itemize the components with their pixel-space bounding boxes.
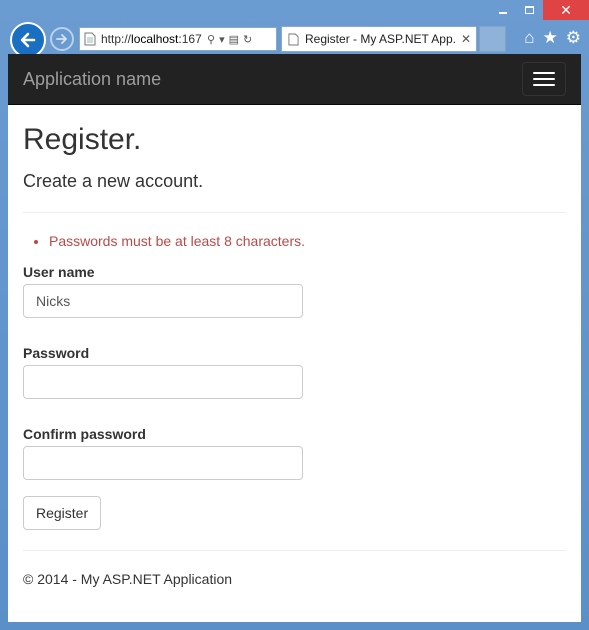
confirm-password-group: Confirm password bbox=[23, 426, 566, 480]
browser-tab[interactable]: Register - My ASP.NET App... ✕ bbox=[281, 26, 477, 52]
password-label: Password bbox=[23, 345, 90, 361]
favorites-star-icon[interactable]: ★ bbox=[543, 28, 558, 48]
confirm-password-input[interactable] bbox=[23, 446, 303, 480]
forward-icon bbox=[56, 34, 67, 44]
site-navbar: Application name bbox=[8, 54, 581, 105]
hamburger-bar bbox=[533, 84, 555, 86]
close-icon: ✕ bbox=[560, 1, 572, 18]
site-footer: © 2014 - My ASP.NET Application bbox=[23, 571, 566, 587]
address-bar[interactable]: http://localhost:167 ⚲ ▾ ▤ ↻ bbox=[79, 27, 277, 51]
address-actions: ⚲ ▾ ▤ ↻ bbox=[207, 33, 252, 46]
tab-close-icon[interactable]: ✕ bbox=[461, 32, 471, 46]
footer-text: © 2014 - My ASP.NET Application bbox=[23, 571, 233, 587]
password-input[interactable] bbox=[23, 365, 303, 399]
browser-right-icons: ⌂ ★ ⚙ bbox=[524, 28, 581, 48]
main-container: Register. Create a new account. Password… bbox=[8, 123, 581, 587]
username-group: User name bbox=[23, 264, 566, 318]
password-group: Password bbox=[23, 345, 566, 399]
dropdown-icon[interactable]: ▾ bbox=[219, 33, 225, 46]
validation-error: Passwords must be at least 8 characters. bbox=[49, 233, 566, 249]
address-url[interactable]: http://localhost:167 bbox=[101, 32, 205, 46]
maximize-icon bbox=[525, 6, 534, 14]
home-icon[interactable]: ⌂ bbox=[524, 28, 534, 48]
back-icon bbox=[20, 32, 36, 48]
search-icon[interactable]: ⚲ bbox=[207, 33, 215, 46]
compat-icon[interactable]: ▤ bbox=[229, 33, 239, 46]
navbar-toggle-button[interactable] bbox=[522, 62, 566, 96]
forward-button[interactable] bbox=[50, 27, 74, 51]
username-input[interactable] bbox=[23, 284, 303, 318]
back-button[interactable] bbox=[10, 22, 46, 58]
hamburger-bar bbox=[533, 72, 555, 74]
page-title: Register. bbox=[23, 123, 142, 156]
confirm-password-label: Confirm password bbox=[23, 426, 146, 442]
hamburger-bar bbox=[533, 78, 555, 80]
page-viewport: Application name Register. Create a new … bbox=[8, 54, 581, 622]
maximize-button[interactable] bbox=[516, 0, 543, 20]
minimize-button[interactable] bbox=[489, 0, 516, 20]
browser-window: ✕ http://localhost:167 ⚲ ▾ ▤ ↻ Register … bbox=[0, 0, 589, 630]
page-icon bbox=[84, 32, 96, 46]
tab-page-icon bbox=[288, 33, 299, 45]
validation-summary: Passwords must be at least 8 characters. bbox=[49, 233, 566, 249]
new-tab-button[interactable] bbox=[479, 26, 506, 52]
username-label: User name bbox=[23, 264, 95, 280]
window-controls: ✕ bbox=[489, 0, 589, 22]
settings-gear-icon[interactable]: ⚙ bbox=[566, 28, 581, 48]
refresh-icon[interactable]: ↻ bbox=[243, 33, 252, 46]
close-window-button[interactable]: ✕ bbox=[543, 0, 589, 20]
footer-divider bbox=[23, 550, 566, 551]
browser-toolbar: http://localhost:167 ⚲ ▾ ▤ ↻ Register - … bbox=[0, 22, 589, 58]
page-subtitle: Create a new account. bbox=[23, 171, 204, 191]
register-button[interactable]: Register bbox=[23, 496, 102, 530]
divider bbox=[23, 212, 566, 213]
tab-title: Register - My ASP.NET App... bbox=[305, 32, 457, 46]
navbar-brand[interactable]: Application name bbox=[23, 69, 161, 90]
minimize-icon bbox=[498, 12, 507, 14]
